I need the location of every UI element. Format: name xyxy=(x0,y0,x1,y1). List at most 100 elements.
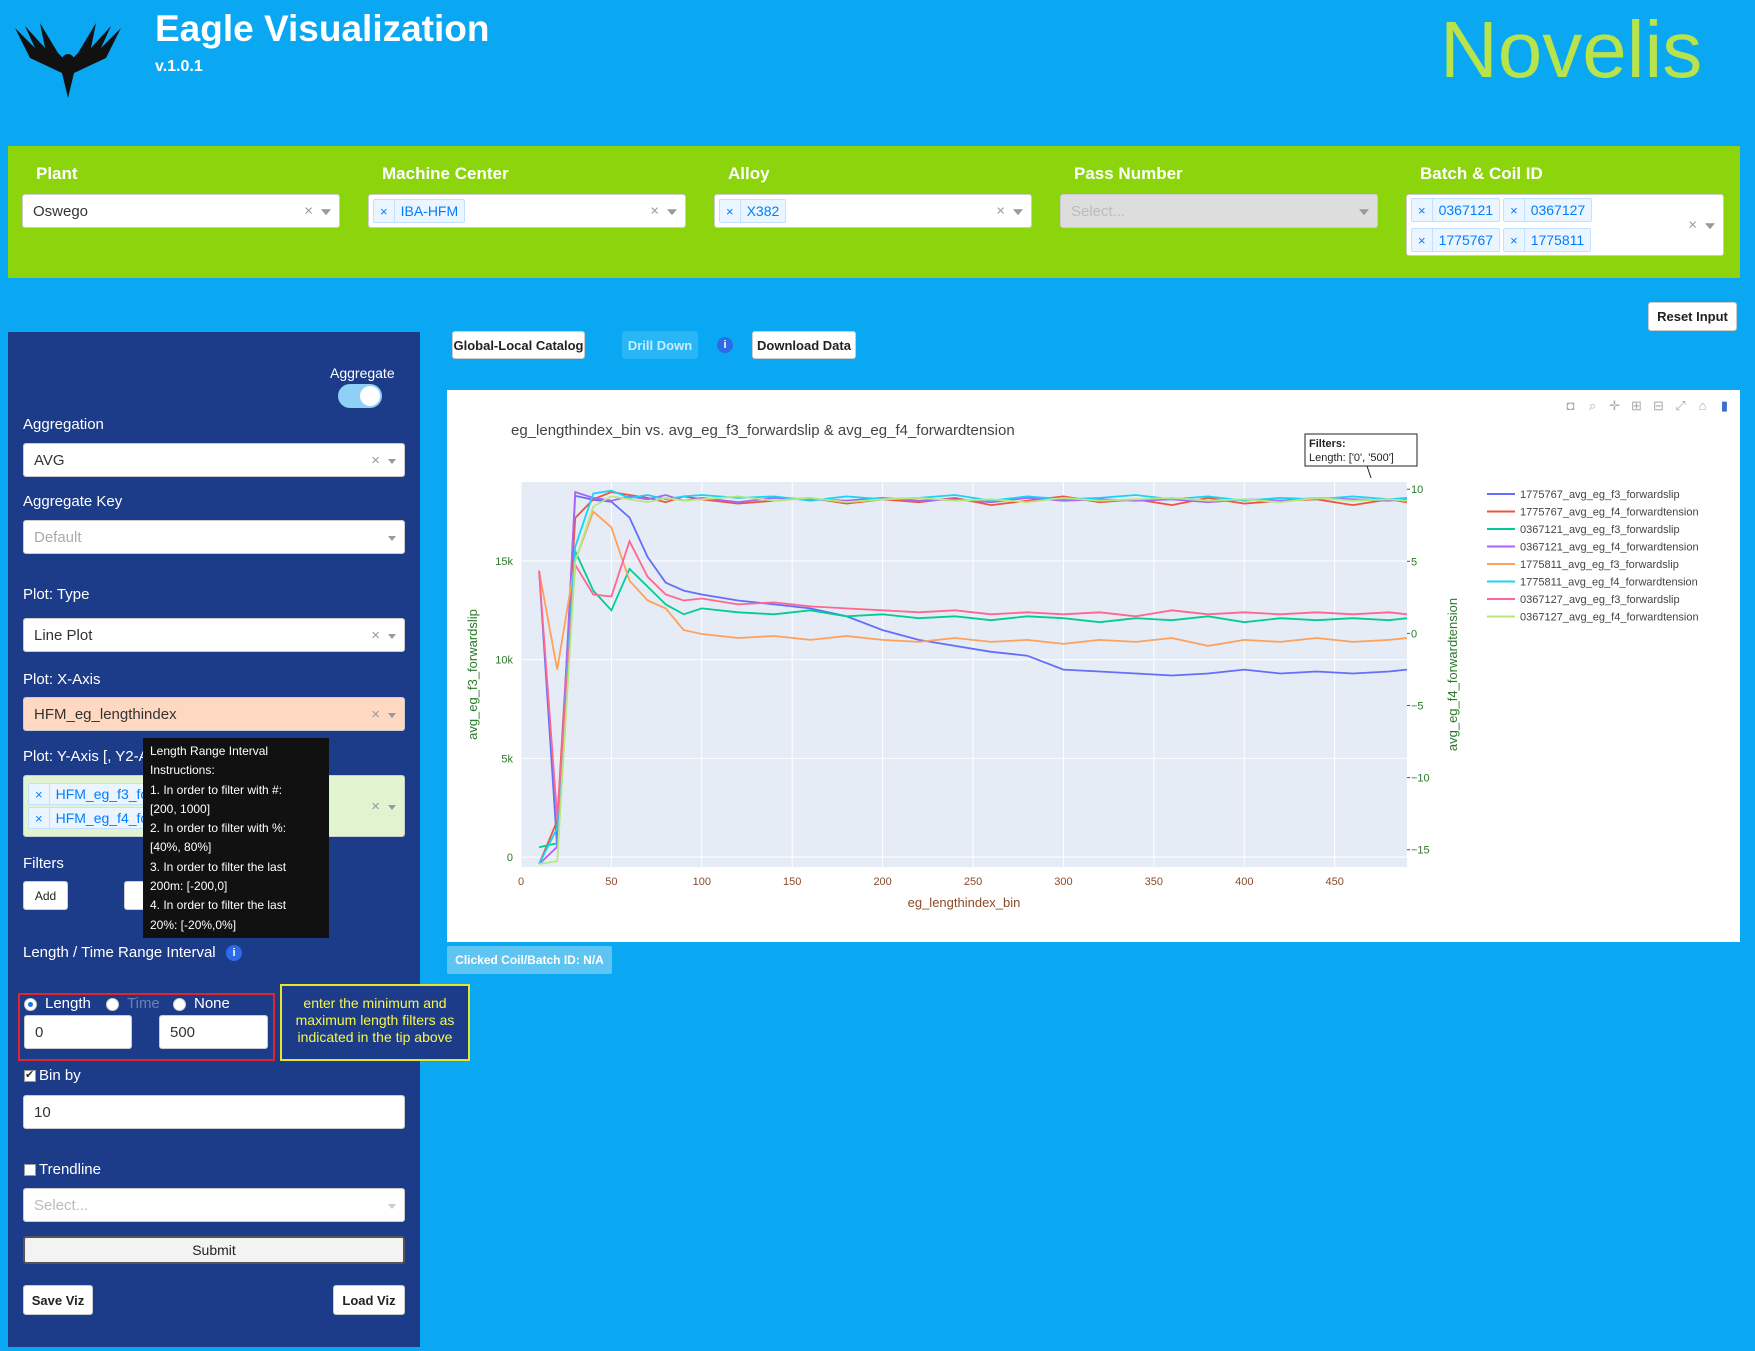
clear-icon[interactable]: × xyxy=(371,627,380,644)
legend-label: 1775811_avg_eg_f3_forwardslip xyxy=(1520,559,1679,571)
plant-select[interactable]: Oswego × xyxy=(22,194,340,228)
x-axis-label: eg_lengthindex_bin xyxy=(908,895,1021,910)
chevron-down-icon[interactable] xyxy=(388,713,396,718)
batch-coil-select[interactable]: × 0367121 × 0367127 × 1775767 × 1775811 × xyxy=(1406,194,1724,256)
remove-tag-icon[interactable]: × xyxy=(1504,229,1525,251)
aggregate-key-select[interactable]: Default xyxy=(23,520,405,554)
plot-background xyxy=(521,482,1407,867)
legend-label: 1775811_avg_eg_f4_forwardtension xyxy=(1520,577,1698,589)
aggregation-label: Aggregation xyxy=(23,416,104,433)
chevron-down-icon[interactable] xyxy=(388,805,396,810)
tag: × X382 xyxy=(719,199,787,223)
machine-center-select[interactable]: × IBA-HFM × xyxy=(368,194,686,228)
line-chart: 0 50 100 150 200 250 300 350 400 45005k10k15k1050… xyxy=(465,422,1699,910)
zoom-in-icon[interactable]: ⊞ xyxy=(1629,398,1644,413)
load-viz-button[interactable]: Load Viz xyxy=(333,1285,405,1315)
clear-icon[interactable]: × xyxy=(650,203,659,220)
aggregate-key-placeholder: Default xyxy=(34,528,82,546)
remove-tag-icon[interactable]: × xyxy=(29,808,50,828)
autoscale-icon[interactable]: ⤢ xyxy=(1673,398,1688,413)
pass-number-select[interactable]: Select... xyxy=(1060,194,1378,228)
clear-icon[interactable]: × xyxy=(996,203,1005,220)
tag: × IBA-HFM xyxy=(373,199,466,223)
yaxis-label: Plot: Y-Axis [, Y2-A xyxy=(23,748,149,765)
app-version: v.1.0.1 xyxy=(155,58,203,75)
camera-icon[interactable]: ◘ xyxy=(1563,398,1578,413)
xaxis-label: Plot: X-Axis xyxy=(23,671,101,688)
remove-tag-icon[interactable]: × xyxy=(29,784,50,804)
clear-icon[interactable]: × xyxy=(371,452,380,469)
alloy-filter: Alloy × X382 × xyxy=(714,164,1032,228)
tag-label: 0367127 xyxy=(1530,202,1586,218)
chevron-down-icon[interactable] xyxy=(388,536,396,541)
tooltip-line: Length Range Interval xyxy=(150,744,269,758)
tag: × HFM_eg_f3_for xyxy=(28,783,160,805)
chevron-down-icon[interactable] xyxy=(1705,223,1715,230)
add-filter-button[interactable]: Add xyxy=(23,881,68,910)
x-tick-label: 0 xyxy=(518,876,524,888)
y2-tick-label: 5 xyxy=(1411,556,1417,568)
xaxis-select[interactable]: HFM_eg_lengthindex × xyxy=(23,697,405,731)
filter-bar: Plant Oswego × Machine Center × IBA-HFM ×… xyxy=(8,146,1740,278)
drill-down-button[interactable]: Drill Down xyxy=(622,331,698,359)
tooltip-line: 1. In order to filter with #: xyxy=(150,782,283,797)
download-data-button[interactable]: Download Data xyxy=(752,331,856,359)
plotly-logo-icon[interactable]: ▮ xyxy=(1717,398,1732,413)
y-tick-label: 5k xyxy=(501,753,513,765)
trendline-label: Trendline xyxy=(39,1161,101,1178)
remove-tag-icon[interactable]: × xyxy=(1412,199,1433,221)
tooltip-line: 20%: [-20%,0%] xyxy=(150,917,237,932)
chevron-down-icon[interactable] xyxy=(1359,209,1369,216)
brand-logo: Novelis xyxy=(1440,5,1703,94)
aggregation-value: AVG xyxy=(34,451,65,469)
tag: × HFM_eg_f4_for xyxy=(28,807,160,829)
x-tick-label: 250 xyxy=(964,876,982,888)
plant-label: Plant xyxy=(36,164,78,183)
save-viz-button[interactable]: Save Viz xyxy=(23,1285,93,1315)
clear-icon[interactable]: × xyxy=(304,203,313,220)
submit-button[interactable]: Submit xyxy=(23,1236,405,1264)
trendline-checkbox[interactable] xyxy=(24,1164,36,1176)
plot-type-select[interactable]: Line Plot × xyxy=(23,618,405,652)
chevron-down-icon[interactable] xyxy=(388,634,396,639)
app-title: Eagle Visualization xyxy=(155,8,490,49)
trendline-select[interactable]: Select... xyxy=(23,1188,405,1222)
bin-by-label: Bin by xyxy=(39,1067,81,1084)
bin-by-input[interactable]: 10 xyxy=(23,1095,405,1129)
chevron-down-icon[interactable] xyxy=(1013,209,1023,216)
zoom-out-icon[interactable]: ⊟ xyxy=(1651,398,1666,413)
clear-icon[interactable]: × xyxy=(371,706,380,723)
alloy-select[interactable]: × X382 × xyxy=(714,194,1032,228)
x-tick-label: 450 xyxy=(1325,876,1343,888)
info-icon[interactable]: i xyxy=(226,945,242,961)
x-tick-label: 150 xyxy=(783,876,801,888)
global-local-catalog-button[interactable]: Global-Local Catalog xyxy=(452,331,585,359)
x-tick-label: 300 xyxy=(1054,876,1072,888)
aggregate-toggle[interactable] xyxy=(338,384,382,408)
pan-icon[interactable]: ✛ xyxy=(1607,398,1622,413)
info-icon[interactable]: i xyxy=(717,337,733,353)
y-tick-label: 15k xyxy=(495,556,513,568)
tag: × 1775767 xyxy=(1411,228,1501,252)
aggregation-select[interactable]: AVG × xyxy=(23,443,405,477)
remove-tag-icon[interactable]: × xyxy=(374,200,395,222)
bin-by-checkbox[interactable] xyxy=(24,1068,36,1082)
batch-coil-filter: Batch & Coil ID × 0367121 × 0367127 × 17757… xyxy=(1406,164,1724,256)
remove-tag-icon[interactable]: × xyxy=(1504,199,1525,221)
clear-icon[interactable]: × xyxy=(371,798,380,815)
remove-tag-icon[interactable]: × xyxy=(1412,229,1433,251)
plot-type-value: Line Plot xyxy=(34,626,93,644)
annotation-text: Length: ['0', '500'] xyxy=(1309,452,1394,464)
chevron-down-icon[interactable] xyxy=(321,209,331,216)
tag-label: 0367121 xyxy=(1438,202,1494,218)
chevron-down-icon[interactable] xyxy=(388,1204,396,1209)
zoom-icon[interactable]: ⌕ xyxy=(1585,398,1600,413)
clear-icon[interactable]: × xyxy=(1688,217,1697,234)
chevron-down-icon[interactable] xyxy=(388,459,396,464)
chevron-down-icon[interactable] xyxy=(667,209,677,216)
modebar: ◘ ⌕ ✛ ⊞ ⊟ ⤢ ⌂ ▮ xyxy=(1563,398,1732,413)
home-icon[interactable]: ⌂ xyxy=(1695,398,1710,413)
xaxis-value: HFM_eg_lengthindex xyxy=(34,705,177,723)
reset-input-button[interactable]: Reset Input xyxy=(1648,302,1737,331)
remove-tag-icon[interactable]: × xyxy=(720,200,741,222)
